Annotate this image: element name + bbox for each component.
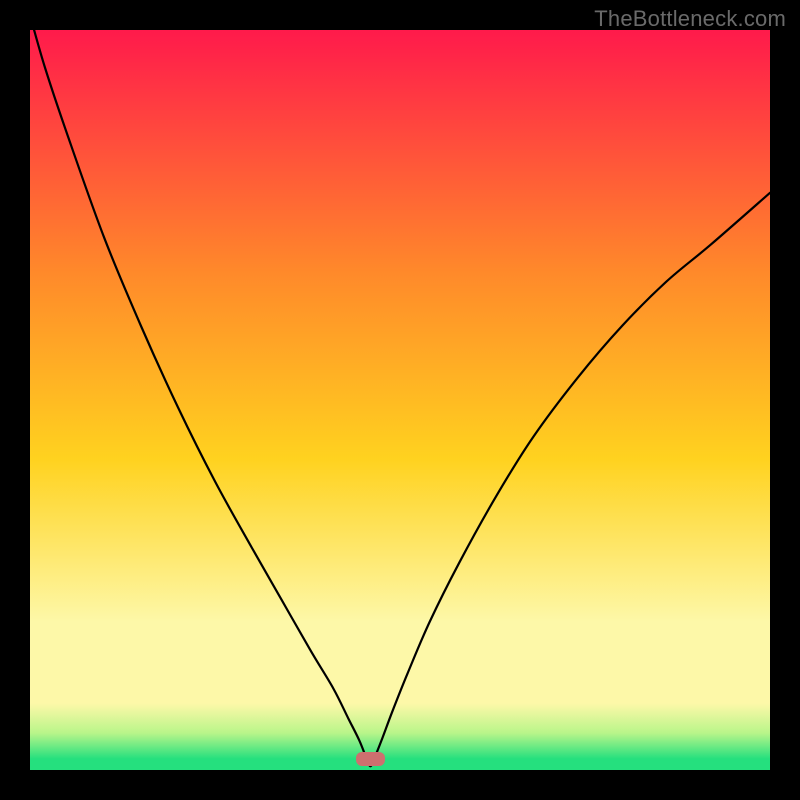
- watermark-text: TheBottleneck.com: [594, 6, 786, 32]
- outer-frame: TheBottleneck.com: [0, 0, 800, 800]
- bottleneck-curve: [30, 30, 770, 770]
- minimum-marker: [356, 752, 386, 767]
- plot-area: [30, 30, 770, 770]
